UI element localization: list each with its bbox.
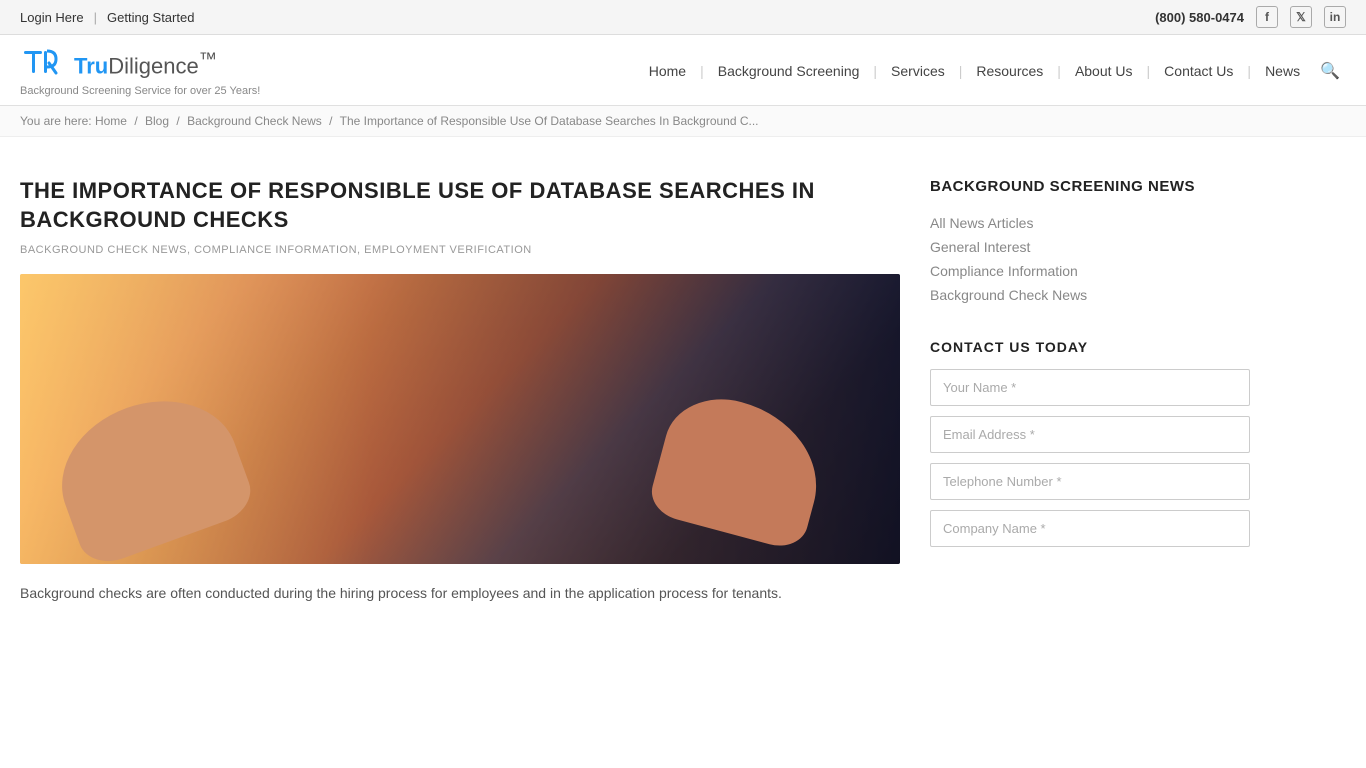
nav-home[interactable]: Home (639, 59, 696, 83)
article-title: The Importance of Responsible Use Of Dat… (20, 177, 900, 234)
sidebar-general-interest[interactable]: General Interest (930, 235, 1250, 259)
login-link[interactable]: Login Here (20, 10, 84, 25)
top-bar-left: Login Here | Getting Started (20, 10, 194, 25)
phone-number: (800) 580-0474 (1155, 10, 1244, 25)
nav-contact-us[interactable]: Contact Us (1154, 59, 1243, 83)
logo[interactable]: TruDiligence™ (20, 45, 260, 83)
logo-name: TruDiligence™ (74, 48, 217, 79)
linkedin-icon[interactable]: in (1324, 6, 1346, 28)
twitter-icon[interactable]: 𝕏 (1290, 6, 1312, 28)
facebook-icon[interactable]: f (1256, 6, 1278, 28)
logo-icon (20, 45, 68, 83)
nav-services[interactable]: Services (881, 59, 955, 83)
article-image (20, 274, 900, 564)
nav-background-screening[interactable]: Background Screening (708, 59, 870, 83)
top-bar-divider: | (94, 10, 97, 25)
sidebar-background-check-news[interactable]: Background Check News (930, 283, 1250, 307)
breadcrumb: You are here: Home / Blog / Background C… (0, 106, 1366, 137)
article-tags: Background Check News, Compliance Inform… (20, 244, 900, 256)
logo-tagline: Background Screening Service for over 25… (20, 85, 260, 97)
breadcrumb-prefix: You are here: (20, 114, 92, 128)
nav-about-us[interactable]: About Us (1065, 59, 1143, 83)
top-bar: Login Here | Getting Started (800) 580-0… (0, 0, 1366, 35)
news-sidebar-section: Background Screening News All News Artic… (930, 177, 1250, 307)
company-name-input[interactable] (930, 510, 1250, 547)
nav-resources[interactable]: Resources (966, 59, 1053, 83)
your-name-input[interactable] (930, 369, 1250, 406)
logo-diligence: Diligence (108, 54, 199, 79)
header: TruDiligence™ Background Screening Servi… (0, 35, 1366, 106)
telephone-number-input[interactable] (930, 463, 1250, 500)
sidebar-compliance-info[interactable]: Compliance Information (930, 259, 1250, 283)
news-section-title: Background Screening News (930, 177, 1250, 197)
getting-started-link[interactable]: Getting Started (107, 10, 194, 25)
breadcrumb-home[interactable]: Home (95, 114, 127, 128)
breadcrumb-blog[interactable]: Blog (145, 114, 169, 128)
logo-trademark: ™ (199, 48, 217, 69)
top-bar-right: (800) 580-0474 f 𝕏 in (1155, 6, 1346, 28)
sidebar-all-news[interactable]: All News Articles (930, 211, 1250, 235)
contact-form-section: Contact Us Today (930, 339, 1250, 557)
main-layout: The Importance of Responsible Use Of Dat… (0, 137, 1366, 646)
logo-area: TruDiligence™ Background Screening Servi… (20, 45, 260, 97)
article-area: The Importance of Responsible Use Of Dat… (20, 157, 900, 606)
breadcrumb-background-check-news[interactable]: Background Check News (187, 114, 322, 128)
main-nav: Home | Background Screening | Services |… (639, 57, 1346, 85)
contact-form-title: Contact Us Today (930, 339, 1250, 355)
breadcrumb-current[interactable]: The Importance of Responsible Use Of Dat… (340, 114, 759, 128)
nav-news[interactable]: News (1255, 59, 1310, 83)
search-icon[interactable]: 🔍 (1314, 57, 1346, 85)
logo-tru: Tru (74, 54, 108, 79)
article-body: Background checks are often conducted du… (20, 582, 900, 606)
sidebar: Background Screening News All News Artic… (930, 157, 1250, 606)
email-address-input[interactable] (930, 416, 1250, 453)
